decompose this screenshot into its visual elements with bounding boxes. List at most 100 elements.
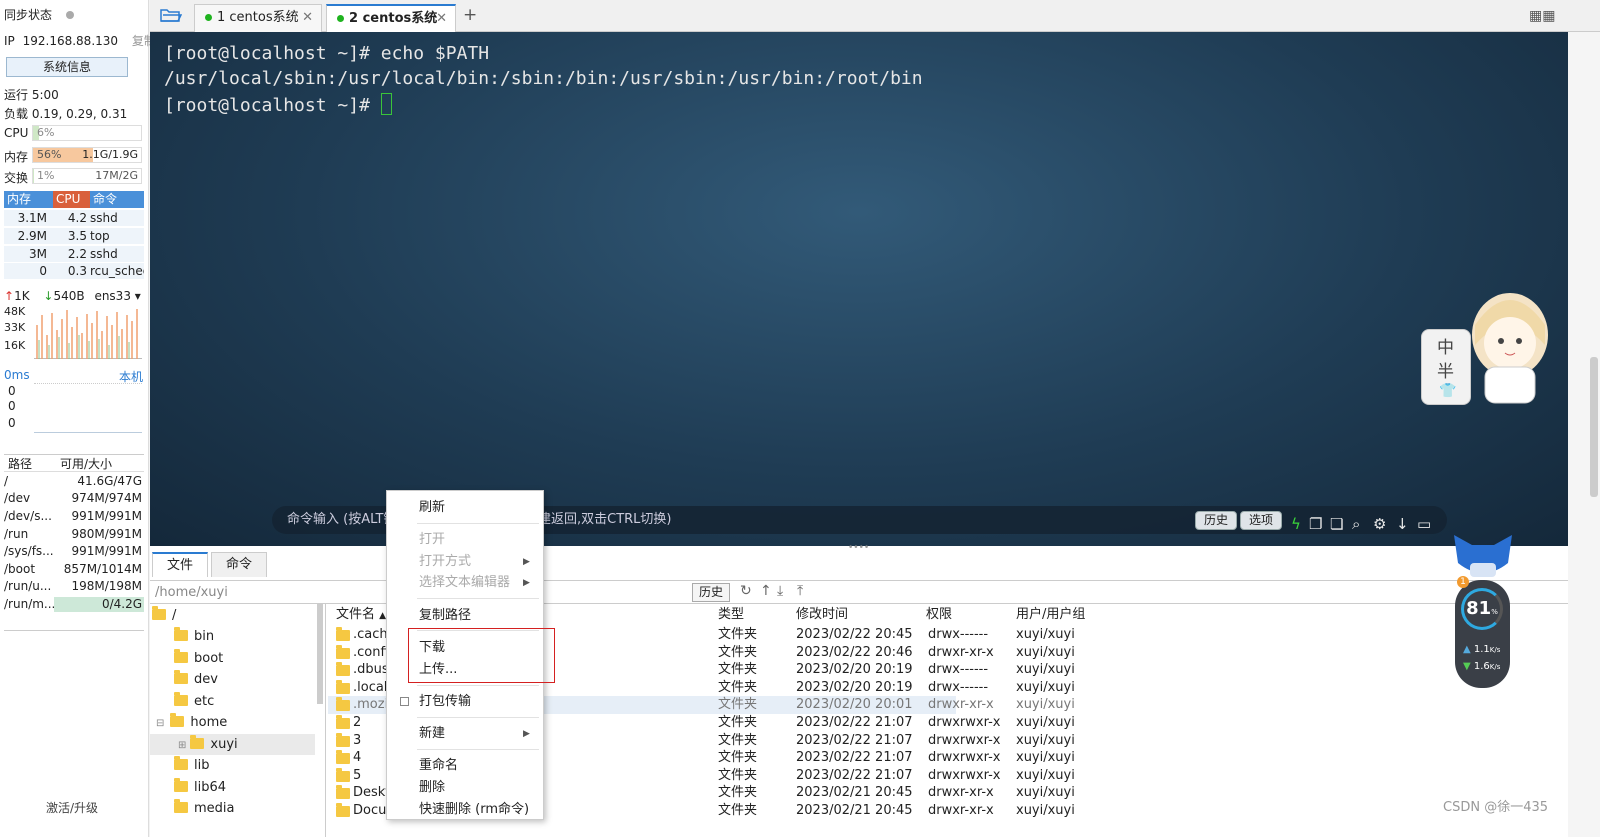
expand-icon[interactable]: ⊞ (178, 740, 186, 751)
menu-open-with[interactable]: 打开方式 ▶ (419, 552, 530, 572)
network-row: ↑1K ↓540B ens33 ▾ (4, 289, 141, 303)
arrow-down-icon[interactable]: ↓ (1396, 510, 1409, 538)
disk-row[interactable]: /dev/s... 991M/991M (4, 508, 144, 525)
close-icon[interactable]: ✕ (302, 5, 313, 31)
disk-row[interactable]: /sys/fs... 991M/991M (4, 543, 144, 560)
tree-item-bin[interactable]: bin (174, 626, 214, 647)
right-scrollbar[interactable] (1568, 32, 1600, 837)
collapse-icon[interactable]: ⊟ (156, 718, 164, 729)
folder-icon (174, 649, 188, 663)
menu-new[interactable]: 新建 ▶ (419, 724, 530, 744)
file-type: 文件夹 (718, 662, 758, 678)
network-interface-select[interactable]: ens33 (94, 289, 131, 303)
path-history-button[interactable]: 历史 (692, 583, 731, 602)
path-input[interactable]: /home/xuyi (155, 585, 228, 600)
terminal[interactable]: [root@localhost ~]# echo $PATH /usr/loca… (150, 32, 1568, 546)
process-row[interactable]: 2.9M 3.5 top (4, 228, 144, 245)
col-cpu[interactable]: CPU (53, 191, 90, 208)
tree-item-lib64[interactable]: lib64 (174, 777, 226, 798)
upload-icon[interactable]: ⤒ (797, 583, 803, 599)
paste-icon[interactable]: ❏ (1330, 510, 1343, 538)
tree-item-etc[interactable]: etc (174, 691, 214, 712)
col-header-owner[interactable]: 用户/用户组 (1016, 606, 1085, 624)
menu-open[interactable]: 打开 (419, 530, 445, 550)
tree-item-dev[interactable]: dev (174, 669, 218, 690)
file-owner: xuyi/xuyi (1016, 662, 1075, 678)
terminal-cursor (380, 93, 392, 115)
disk-row[interactable]: /run/m... 0/4.2G (4, 596, 144, 613)
tree-item-lib[interactable]: lib (174, 755, 209, 776)
tree-item-xuyi[interactable]: ⊞ xuyi (150, 734, 315, 755)
file-type: 文件夹 (718, 785, 758, 801)
add-tab-icon[interactable]: + (463, 5, 477, 25)
system-monitor-widget[interactable]: 1 81% ▲ 1.1K/s ▼ 1.6K/s (1455, 576, 1510, 688)
cat-mascot-icon[interactable] (1452, 533, 1514, 581)
download-icon[interactable]: ⤓ (777, 583, 783, 599)
activate-upgrade-link[interactable]: 激活/升级 (46, 799, 98, 816)
disk-row[interactable]: /run 980M/991M (4, 526, 144, 543)
tree-scrollbar[interactable] (317, 604, 323, 704)
disk-row[interactable]: /dev 974M/974M (4, 490, 144, 507)
parent-dir-icon[interactable]: ↑ (760, 583, 772, 599)
menu-delete[interactable]: 删除 (419, 778, 445, 798)
file-perm: drwxrwxr-x (928, 767, 1001, 783)
system-info-button[interactable]: 系统信息 (6, 57, 128, 77)
process-row[interactable]: 3.1M 4.2 sshd (4, 210, 144, 227)
swap-label: 交换 (4, 171, 29, 185)
open-folder-icon[interactable] (160, 7, 183, 23)
menu-quick-delete[interactable]: 快速删除 (rm命令) (419, 800, 529, 820)
file-name: .dbus (353, 662, 386, 678)
file-type: 文件夹 (718, 750, 758, 766)
copy-icon[interactable]: ❐ (1309, 510, 1322, 538)
menu-copy-path[interactable]: 复制路径 (419, 606, 471, 626)
tab-session-2[interactable]: 2 centos系统 ✕ (326, 4, 456, 33)
history-button[interactable]: 历史 (1195, 511, 1238, 530)
process-row[interactable]: 0 0.3 rcu_sched (4, 263, 144, 280)
file-mtime: 2023/02/22 21:07 (796, 715, 913, 730)
file-perm: drwxrwxr-x (928, 750, 1001, 766)
disk-table-header: 路径 可用/大小 (4, 454, 144, 472)
tab-session-1[interactable]: 1 centos系统 ✕ (194, 4, 322, 32)
col-header-mtime[interactable]: 修改时间 (796, 606, 848, 624)
window-icon[interactable]: ▭ (1417, 510, 1431, 538)
download-triangle-icon: ▼ (1463, 661, 1471, 672)
splitter-handle[interactable]: •••• (848, 543, 869, 553)
tree-item-root[interactable]: / (152, 605, 176, 626)
process-row[interactable]: 3M 2.2 sshd (4, 246, 144, 263)
menu-choose-editor[interactable]: 选择文本编辑器 ▶ (419, 573, 530, 593)
tree-item-media[interactable]: media (174, 798, 235, 819)
lightning-icon[interactable]: ϟ (1291, 510, 1301, 538)
disk-row[interactable]: /boot 857M/1014M (4, 561, 144, 578)
tree-item-boot[interactable]: boot (174, 648, 223, 669)
search-icon[interactable]: ⌕ (1352, 510, 1360, 538)
col-header-type[interactable]: 类型 (718, 606, 744, 624)
checkbox-icon[interactable] (400, 697, 409, 706)
disk-row[interactable]: /41.6G/47G (4, 473, 144, 490)
disk-row[interactable]: /run/u... 198M/198M (4, 578, 144, 595)
folder-icon (336, 662, 350, 677)
menu-refresh[interactable]: 刷新 (419, 498, 445, 518)
refresh-icon[interactable]: ↻ (740, 583, 752, 599)
tab-files[interactable]: 文件 (152, 552, 209, 577)
col-mem[interactable]: 内存 (4, 191, 53, 208)
tab-commands[interactable]: 命令 (211, 552, 268, 577)
file-mtime: 2023/02/20 20:19 (796, 662, 913, 678)
menu-pack-transfer[interactable]: 打包传输 (419, 692, 471, 712)
menu-separator (417, 749, 539, 750)
chevron-down-icon[interactable]: ▾ (135, 289, 141, 303)
file-name: .config (353, 644, 386, 660)
col-header-name[interactable]: 文件名 ▲ (336, 606, 386, 624)
close-icon[interactable]: ✕ (436, 6, 447, 32)
layout-grid-icon[interactable]: ▦▦ (1529, 8, 1555, 24)
cpu-label: CPU (4, 126, 29, 140)
options-button[interactable]: 选项 (1240, 511, 1283, 530)
menu-rename[interactable]: 重命名 (419, 756, 458, 776)
col-header-perm[interactable]: 权限 (926, 606, 952, 624)
folder-icon (336, 715, 350, 729)
tree-item-home[interactable]: ⊟ home (156, 712, 227, 733)
gear-icon[interactable]: ⚙ (1373, 510, 1386, 538)
latency-value: 0 (8, 384, 16, 398)
col-command[interactable]: 命令 (90, 191, 144, 208)
mascot-widget[interactable]: 中 半 👕 (1421, 285, 1555, 405)
scrollbar-thumb[interactable] (1590, 357, 1598, 497)
